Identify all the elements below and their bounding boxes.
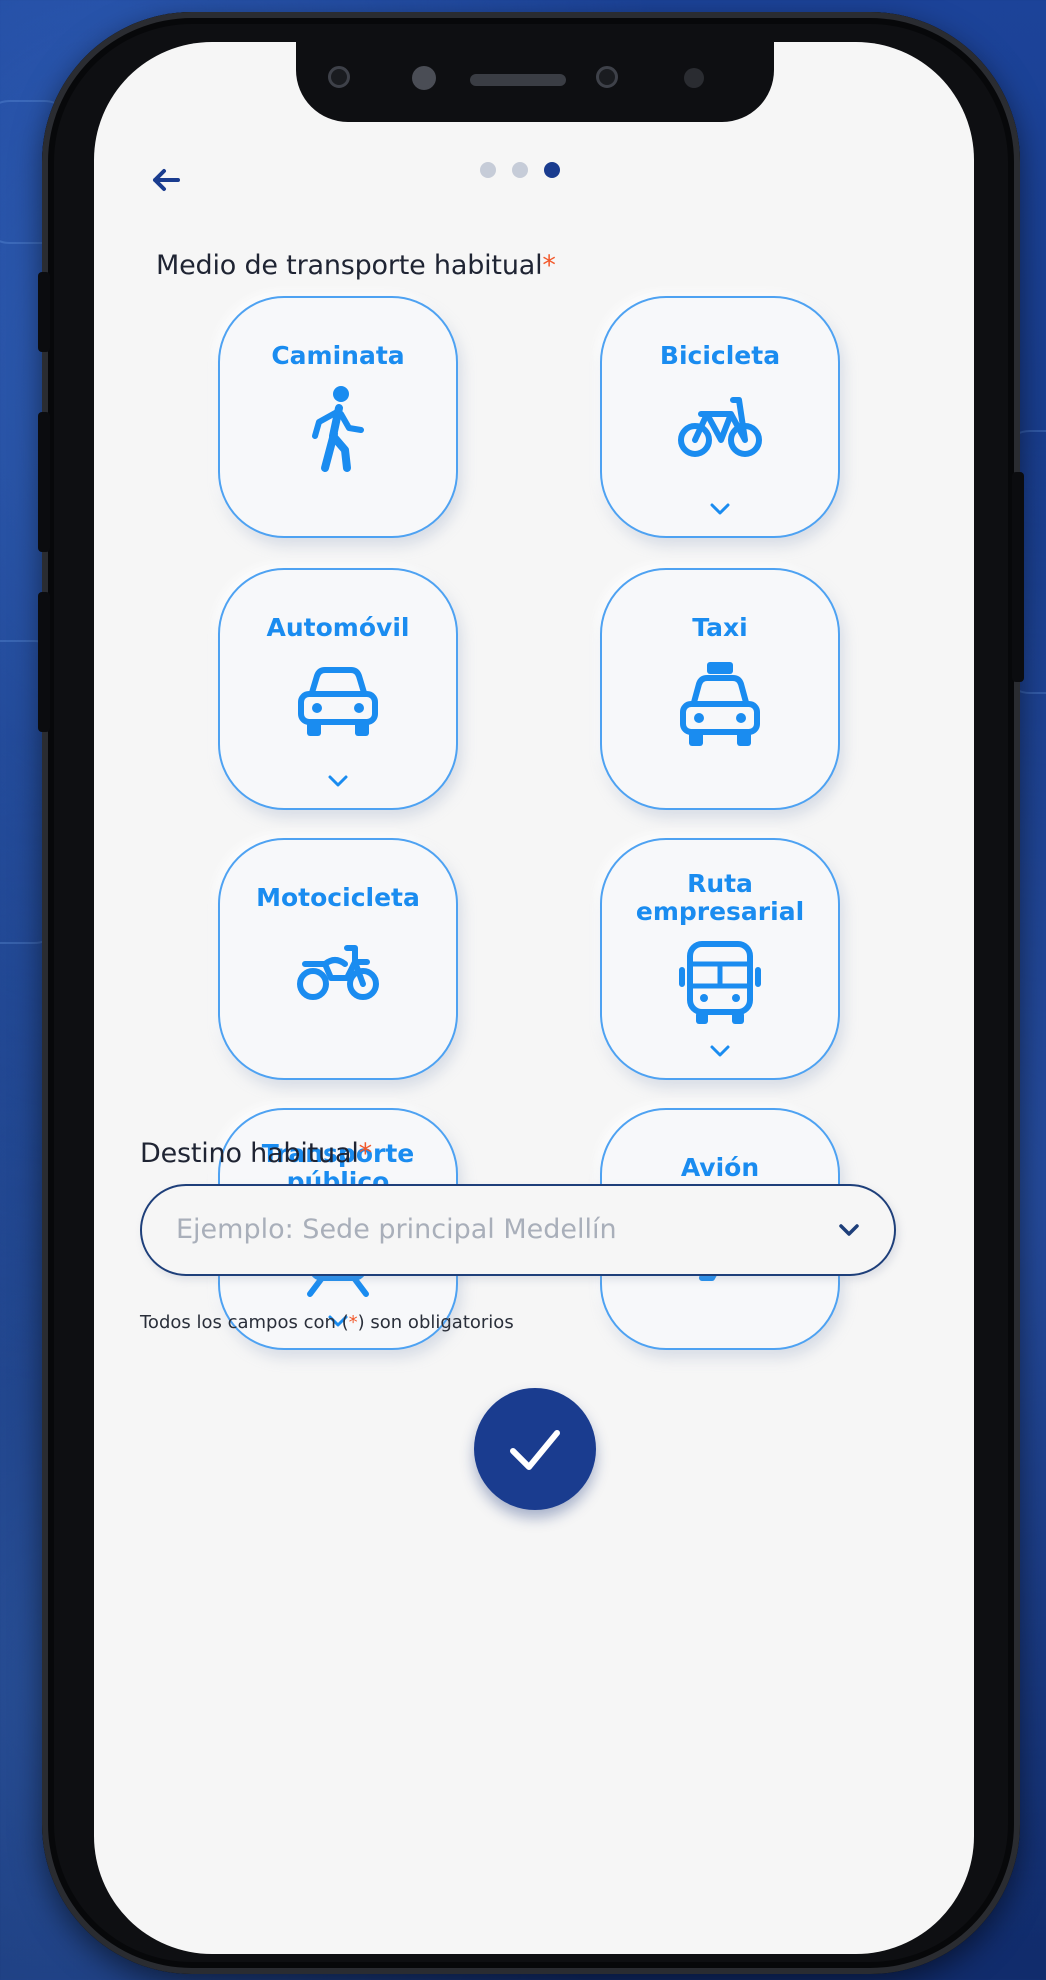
- option-ruta-empresarial[interactable]: Ruta empresarial: [600, 838, 840, 1080]
- chevron-down-icon: [328, 775, 348, 787]
- chevron-down-icon: [710, 1045, 730, 1057]
- motorcycle-icon: [297, 945, 379, 1000]
- phone-side-button: [38, 412, 50, 552]
- chevron-down-icon[interactable]: [838, 1222, 860, 1238]
- checkmark-icon: [510, 1430, 560, 1470]
- destination-placeholder: Ejemplo: Sede principal Medellín: [176, 1214, 617, 1245]
- speaker-grille: [470, 74, 566, 86]
- camera-lens: [596, 66, 618, 88]
- phone-side-button: [1012, 472, 1024, 682]
- taxi-icon: [680, 662, 760, 746]
- bus-icon: [679, 941, 761, 1024]
- option-automovil[interactable]: Automóvil: [218, 568, 458, 810]
- walking-person-icon: [312, 386, 364, 472]
- option-label: Caminata: [271, 341, 405, 370]
- transport-label: Medio de transporte habitual*: [156, 250, 556, 281]
- option-bicicleta[interactable]: Bicicleta: [600, 296, 840, 538]
- option-label: Taxi: [692, 613, 748, 642]
- phone-notch: [296, 42, 774, 122]
- chevron-down-icon: [710, 503, 730, 515]
- option-label: Avión: [680, 1153, 760, 1182]
- step-dot-active: [544, 162, 560, 178]
- required-mark: *: [542, 250, 556, 281]
- submit-button[interactable]: [474, 1388, 596, 1510]
- required-mark: *: [358, 1138, 373, 1169]
- bicycle-icon: [678, 397, 762, 457]
- option-taxi[interactable]: Taxi: [600, 568, 840, 810]
- step-dot: [512, 162, 528, 178]
- option-label: Automóvil: [266, 613, 410, 642]
- back-arrow-icon[interactable]: [146, 160, 186, 200]
- option-label: Bicicleta: [659, 341, 781, 370]
- camera-lens: [684, 68, 704, 88]
- required-fields-note: Todos los campos con (*) son obligatorio…: [140, 1312, 514, 1333]
- transport-label-text: Medio de transporte habitual: [156, 250, 543, 281]
- step-dot: [480, 162, 496, 178]
- camera-lens: [328, 66, 350, 88]
- note-text: Todos los campos con (: [140, 1312, 349, 1333]
- app-screen: Medio de transporte habitual* Caminata B…: [94, 42, 974, 1954]
- option-label: Ruta empresarial: [635, 869, 805, 926]
- option-motocicleta[interactable]: Motocicleta: [218, 838, 458, 1080]
- destination-label-text: Destino habitual: [140, 1138, 359, 1169]
- car-icon: [298, 667, 378, 736]
- destination-label: Destino habitual*: [140, 1138, 372, 1169]
- phone-side-button: [38, 272, 50, 352]
- note-text: ) son obligatorios: [357, 1312, 514, 1333]
- required-mark: *: [348, 1312, 358, 1333]
- option-caminata[interactable]: Caminata: [218, 296, 458, 538]
- option-label: Motocicleta: [256, 883, 420, 912]
- camera-lens: [412, 66, 436, 90]
- destination-select[interactable]: Ejemplo: Sede principal Medellín: [140, 1184, 896, 1276]
- phone-side-button: [38, 592, 50, 732]
